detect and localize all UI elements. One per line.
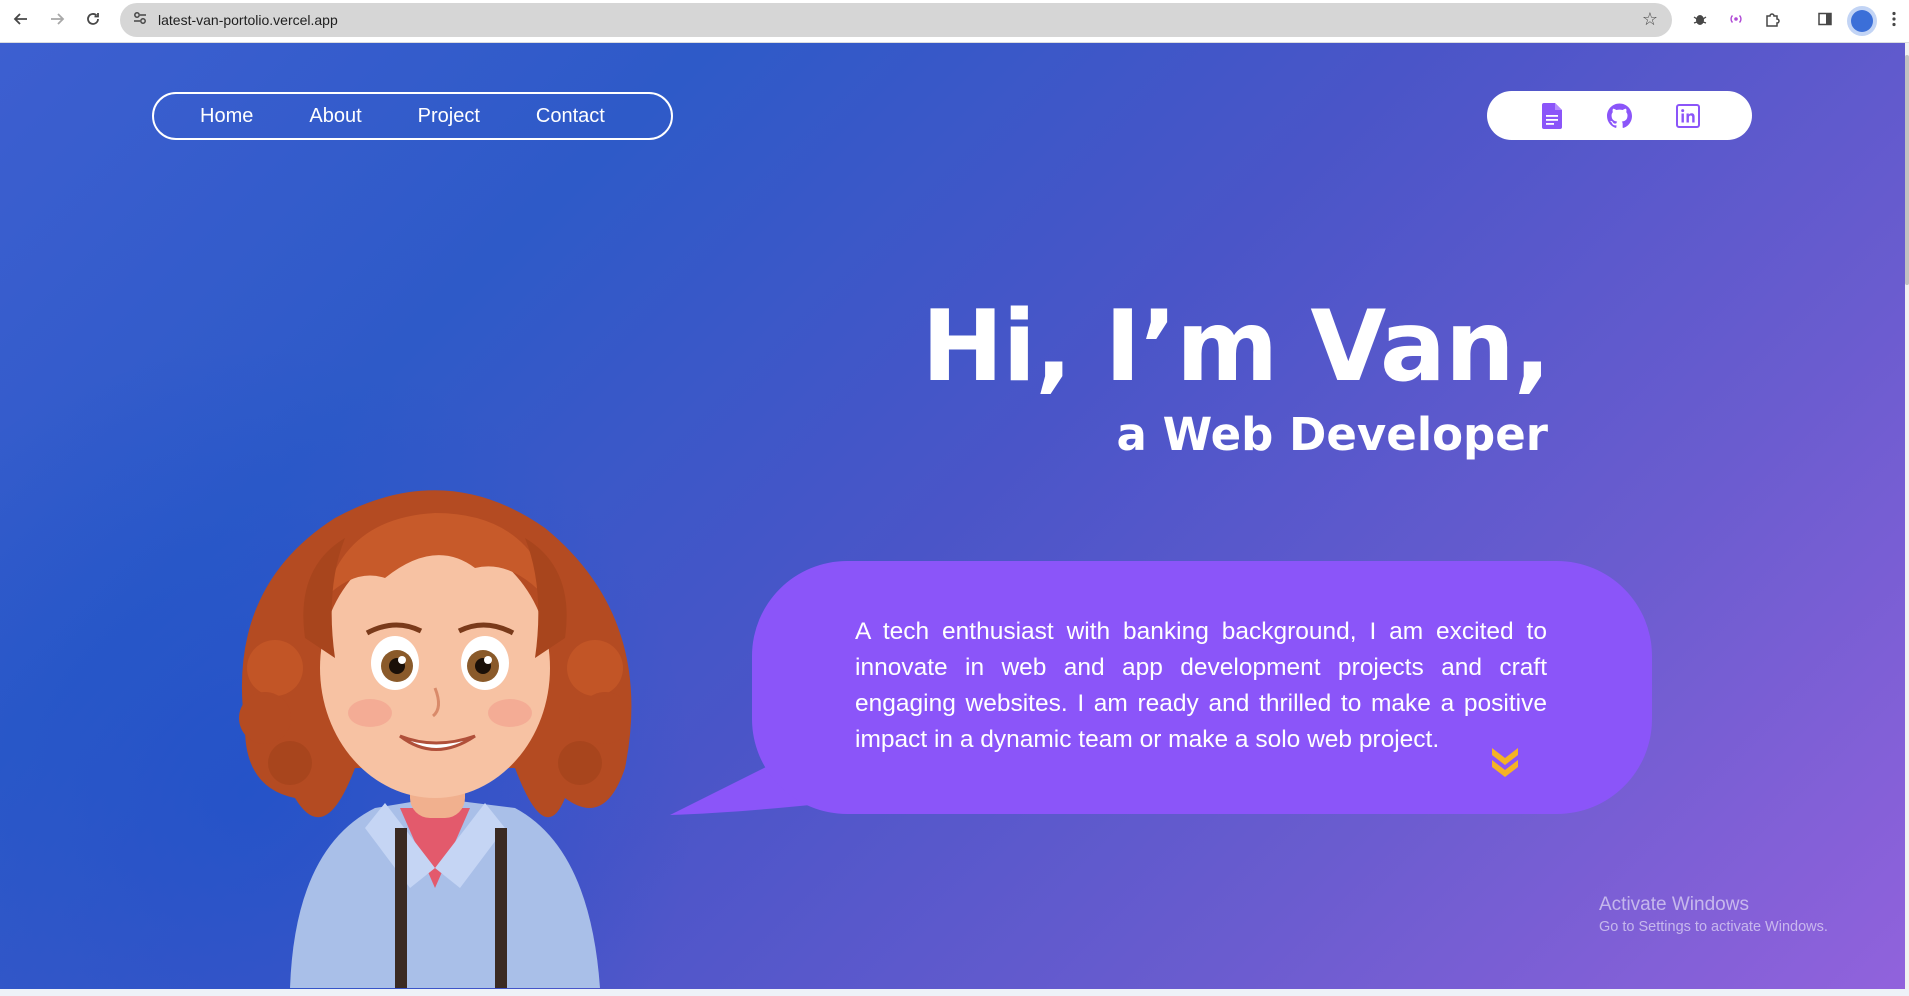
bug-icon <box>1692 11 1708 31</box>
main-nav: Home About Project Contact <box>152 92 673 140</box>
page-scrollbar[interactable] <box>1905 43 1909 989</box>
side-panel-icon <box>1817 11 1833 31</box>
forward-arrow-icon <box>49 11 65 32</box>
reload-button[interactable] <box>78 7 108 35</box>
scrollbar-thumb[interactable] <box>1905 55 1909 285</box>
puzzle-icon <box>1764 11 1781 32</box>
bookmark-star-icon[interactable]: ☆ <box>1642 9 1658 30</box>
nav-about-link[interactable]: About <box>309 105 361 128</box>
extensions-button[interactable] <box>1757 7 1787 35</box>
linkedin-icon[interactable] <box>1675 103 1700 128</box>
url-text[interactable]: latest-van-portolio.vercel.app <box>158 12 338 28</box>
windows-activation-subtitle: Go to Settings to activate Windows. <box>1599 919 1828 935</box>
windows-activation-title: Activate Windows <box>1599 894 1749 915</box>
kebab-menu-icon <box>1892 11 1896 31</box>
avatar-icon <box>1851 10 1873 32</box>
side-panel-button[interactable] <box>1810 7 1840 35</box>
extension-bug-button[interactable] <box>1685 7 1715 35</box>
taskbar-edge <box>0 989 1909 996</box>
document-icon[interactable] <box>1539 102 1564 129</box>
nav-contact-link[interactable]: Contact <box>536 105 605 128</box>
social-links <box>1487 91 1752 140</box>
reload-icon <box>85 11 101 32</box>
nav-project-link[interactable]: Project <box>418 105 480 128</box>
hero-subtitle: a Web Developer <box>1116 408 1548 461</box>
bio-text: A tech enthusiast with banking backgroun… <box>855 618 1547 753</box>
site-info-button[interactable] <box>126 6 154 34</box>
page-viewport: Home About Project Contact Hi, I’m Van, … <box>0 43 1905 989</box>
tune-icon <box>132 10 148 31</box>
hero-title: Hi, I’m Van, <box>921 290 1551 404</box>
browser-toolbar: latest-van-portolio.vercel.app ☆ <box>0 0 1909 43</box>
cartoon-avatar-illustration <box>239 490 632 988</box>
github-icon[interactable] <box>1607 103 1632 128</box>
broadcast-icon <box>1728 11 1744 31</box>
profile-avatar[interactable] <box>1847 6 1877 36</box>
browser-menu-button[interactable] <box>1882 7 1906 35</box>
back-arrow-icon <box>13 11 29 32</box>
double-chevron-down-icon[interactable] <box>1490 744 1520 778</box>
address-bar[interactable]: latest-van-portolio.vercel.app ☆ <box>120 3 1672 37</box>
back-button[interactable] <box>6 7 36 35</box>
nav-home-link[interactable]: Home <box>200 105 253 128</box>
forward-button[interactable] <box>42 7 72 35</box>
extension-cast-button[interactable] <box>1721 7 1751 35</box>
